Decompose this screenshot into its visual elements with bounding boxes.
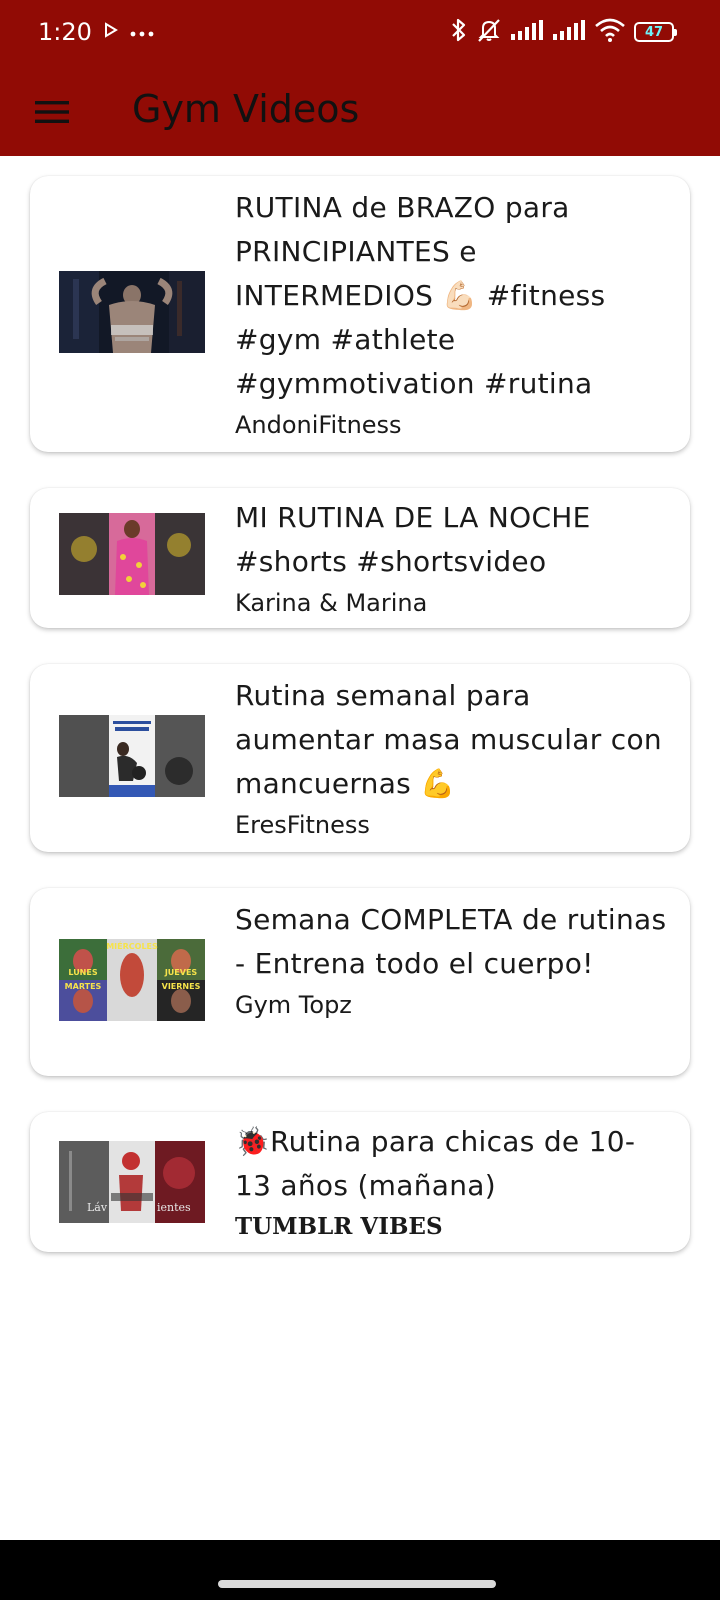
thumb-label-jueves: JUEVES [164, 968, 198, 977]
video-channel: Karina & Marina [235, 589, 428, 617]
video-card[interactable]: LUNES MARTES MIÉRCOLES JUEVES VIERNES Se… [30, 888, 690, 1076]
app-title: Gym Videos [132, 87, 360, 131]
battery-icon: 47 [634, 22, 677, 42]
battery-level: 47 [644, 24, 664, 40]
wifi-icon [594, 18, 626, 46]
video-channel: AndoniFitness [235, 411, 402, 439]
video-channel: EresFitness [235, 811, 370, 839]
status-bar: 1:20 47 [0, 0, 720, 64]
video-title: RUTINA de BRAZO para PRINCIPIANTES e INT… [235, 191, 606, 400]
bluetooth-icon [450, 17, 468, 47]
thumb-label-right: ientes [157, 1201, 191, 1214]
video-card[interactable]: RUTINA de BRAZO para PRINCIPIANTES e INT… [30, 176, 690, 452]
thumb-label-lunes: LUNES [68, 968, 97, 977]
video-channel: TUMBLR VIBES [235, 1213, 443, 1240]
status-time: 1:20 [38, 18, 92, 46]
silent-bell-icon [476, 17, 502, 47]
video-thumbnail[interactable]: Láv ientes [59, 1141, 205, 1223]
thumb-label-viernes: VIERNES [162, 982, 201, 991]
video-channel: Gym Topz [235, 991, 352, 1019]
video-thumbnail[interactable] [59, 513, 205, 595]
video-thumbnail[interactable]: LUNES MARTES MIÉRCOLES JUEVES VIERNES [59, 939, 205, 1021]
thumb-label-left: Láv [87, 1201, 108, 1214]
video-title: Rutina semanal para aumentar masa muscul… [235, 679, 662, 800]
video-title: MI RUTINA DE LA NOCHE #shorts #shortsvid… [235, 501, 591, 578]
home-indicator[interactable] [218, 1580, 496, 1588]
signal-1-icon [510, 19, 544, 45]
thumb-label-miercoles: MIÉRCOLES [106, 940, 158, 951]
status-left-icons [104, 18, 154, 46]
signal-2-icon [552, 19, 586, 45]
hamburger-menu-icon [35, 101, 69, 123]
video-card[interactable]: Láv ientes 🐞Rutina para chicas de 10-13 … [30, 1112, 690, 1252]
video-title: Semana COMPLETA de rutinas - Entrena tod… [235, 903, 667, 980]
status-right-icons: 47 [450, 16, 677, 48]
video-title: 🐞Rutina para chicas de 10-13 años (mañan… [235, 1125, 636, 1202]
video-thumbnail[interactable] [59, 271, 205, 353]
video-card[interactable]: Rutina semanal para aumentar masa muscul… [30, 664, 690, 852]
more-notifications-icon [130, 23, 154, 42]
video-card[interactable]: MI RUTINA DE LA NOCHE #shorts #shortsvid… [30, 488, 690, 628]
play-notification-icon [104, 22, 118, 42]
app-bar: Gym Videos [0, 64, 720, 156]
video-thumbnail[interactable] [59, 715, 205, 797]
thumb-label-martes: MARTES [65, 982, 102, 991]
system-nav-bar [0, 1540, 720, 1600]
menu-button[interactable] [28, 88, 76, 136]
